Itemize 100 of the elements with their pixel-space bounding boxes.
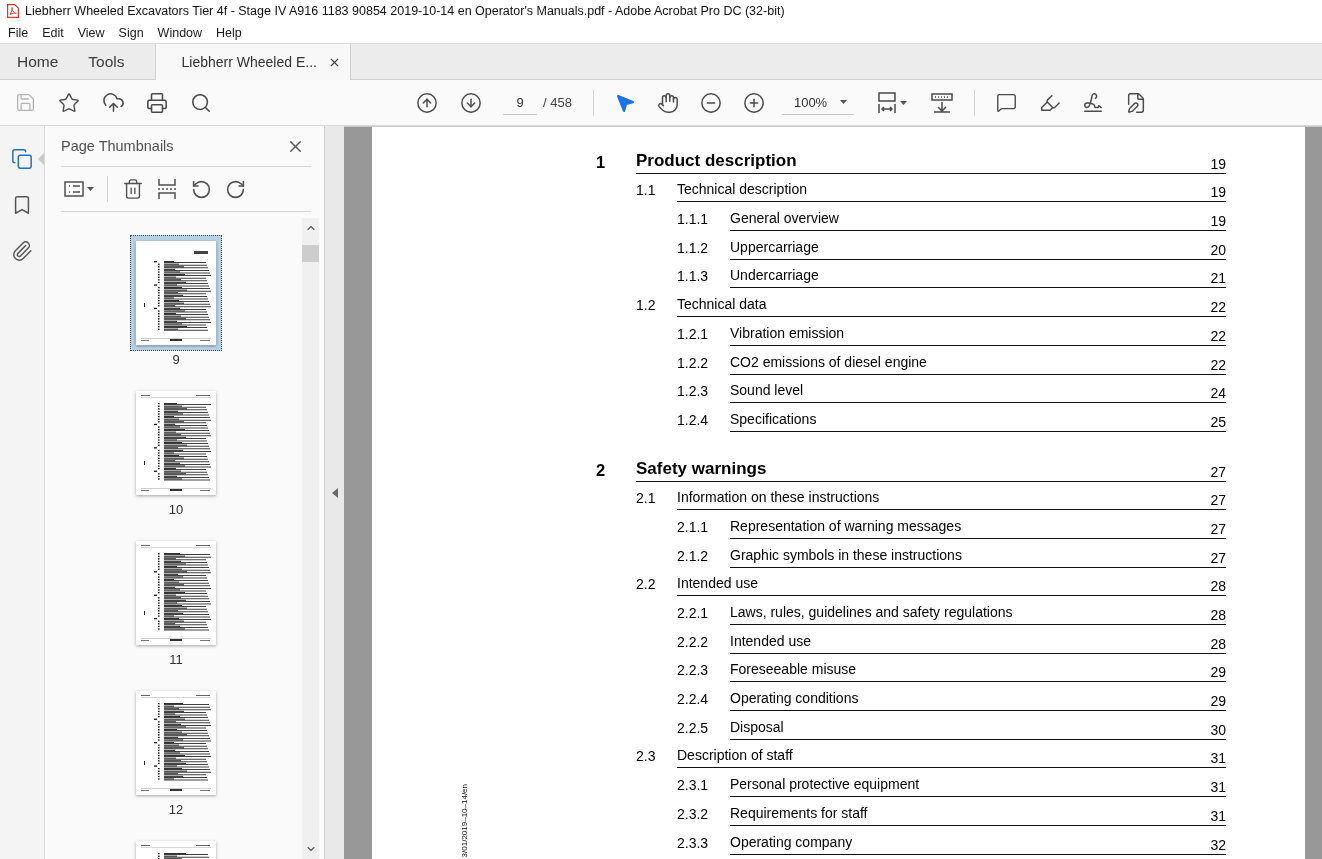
arrow-up-circle-icon [416,91,438,114]
toc-page-number: 32 [1210,836,1226,854]
chapter-title: Safety warnings [636,458,767,480]
toc-page-number: 27 [1210,549,1226,567]
toc-page-number: 27 [1210,520,1226,538]
section-number: 2.2.2 [677,633,710,652]
minus-circle-icon [699,91,722,114]
section-number: 2.1.2 [677,547,710,566]
toc-entry-title: Specifications [730,410,817,429]
caret-icon [87,187,94,191]
comment-icon [996,92,1018,113]
menu-item[interactable]: Sign [111,23,151,42]
collapse-arrow-icon [331,487,338,498]
rotate-right-icon [224,178,246,200]
toc-entry-title: Information on these instructions [677,489,880,508]
toc-entry-title: Intended use [730,632,811,651]
chapter-number: 2 [596,461,607,481]
toc-entry-title: Operating conditions [730,690,859,709]
toc-page-number: 31 [1210,750,1226,768]
toc-page-number: 29 [1210,664,1226,682]
page-number-field[interactable]: 9 [503,90,537,115]
menu-item[interactable]: Help [209,23,249,42]
page-split-icon [157,178,177,200]
scroll-down-icon [930,92,953,113]
section-number: 2.3.2 [677,805,710,824]
window-title: Liebherr Wheeled Excavators Tier 4f - Stage IV A916 1183 90854 2019-10-14 en Operator's Manuals.pdf - Adobe Acrobat Pro DC (32-bit) [25,4,785,18]
toc-entry-title: General overview [730,210,839,229]
chapter-title: Product description [636,150,797,172]
toc-page-number: 22 [1210,356,1226,374]
toc-page-number: 31 [1210,779,1226,797]
toc-page-number: 20 [1210,241,1226,259]
toc-page-number: 19 [1210,213,1226,231]
section-number: 2.2.1 [677,605,710,623]
section-number: 2.3 [636,748,657,767]
toc-entry-title: Disposal [730,718,784,737]
section-number: 2.3.3 [677,834,710,853]
paperclip-icon [11,240,33,262]
section-number: 1.2.3 [677,383,710,402]
cloud-upload-icon [101,91,125,114]
chapter-number: 1 [596,153,607,173]
hand-icon [656,91,679,114]
panel-title: Page Thumbnails [61,138,174,154]
toc-page-number: 24 [1210,385,1226,403]
toc-page-number: 21 [1210,270,1226,288]
toc-entry-title: Operating company [730,833,853,852]
document-tab[interactable]: Liebherr Wheeled E... [154,44,351,80]
plus-circle-icon [742,91,765,114]
toc-page-number: 27 [1210,463,1226,481]
zoom-dropdown[interactable]: 100% [781,90,854,115]
toc-entry-title: Laws, rules, guidelines and safety regulations [730,604,1013,622]
section-number: 1.1 [636,182,657,201]
toc-entry-title: Graphic symbols in these instructions [730,546,962,565]
section-number: 2.3.1 [677,777,710,796]
toc-entry-title: Undercarriage [730,267,819,286]
section-number: 1.2.2 [677,354,710,373]
section-number: 2.2.3 [677,662,710,681]
section-number: 2.2.4 [677,691,710,710]
section-number: 1.2.4 [677,411,710,430]
toc-page-number: 22 [1210,327,1226,345]
page-count-label: / 458 [543,95,572,110]
toc-entry-title: Personal protective equipment [730,776,920,795]
toc-entry-title: Sound level [730,382,804,401]
toc-entry-title: Technical description [677,181,807,200]
page-arrows-icon [876,91,897,114]
toc-entry-title: Representation of warning messages [730,517,962,536]
toc-page-number: 22 [1210,299,1226,317]
toc-entry-title: Description of staff [677,747,793,766]
pages-icon [11,148,33,170]
toc-page-number: 31 [1210,807,1226,825]
page-number-label: 11 [169,652,183,668]
toc-page-number: 28 [1210,607,1226,624]
section-number: 1.2 [636,297,657,316]
section-number: 1.2.1 [677,325,710,344]
printer-icon [146,91,168,114]
scrollbar-thumb[interactable] [302,245,319,262]
vertical-scrollbar[interactable] [302,218,319,859]
page-number-label: 12 [168,802,184,818]
toc-entry-title: Uppercarriage [730,238,819,257]
menu-item[interactable]: File [1,23,36,42]
toc-entry-title: Requirements for staff [730,804,868,823]
margin-note: 3/01/2019–10–14/en [460,783,469,857]
toc-page-number: 25 [1210,413,1226,431]
menu-item[interactable]: Window [150,23,210,42]
trash-icon [122,178,144,200]
toc-page-number: 19 [1210,155,1226,173]
page-thumbnail[interactable] [130,235,222,351]
star-icon [58,91,80,114]
toc-entry-title: Vibration emission [730,324,845,343]
search-icon [190,91,212,114]
toc-page-number: 28 [1210,635,1226,653]
toc-page-number: 28 [1210,578,1226,596]
toc-entry-title: Intended use [677,575,758,594]
menu-item[interactable]: Edit [35,23,71,42]
nav-tab[interactable]: Home [2,44,74,79]
section-number: 2.1 [636,490,657,509]
toc-entry-title: Technical data [677,296,767,315]
section-number: 1.1.1 [677,211,710,230]
nav-tab[interactable]: Tools [73,44,140,79]
rotate-left-icon [190,178,212,200]
menu-item[interactable]: View [70,23,112,42]
